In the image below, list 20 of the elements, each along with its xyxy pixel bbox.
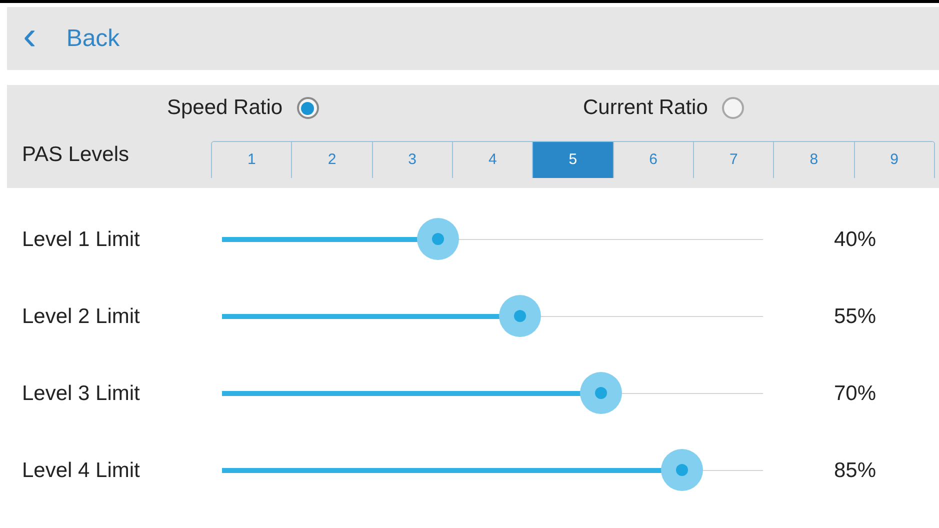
slider-label: Level 3 Limit [21,382,141,406]
slider-label: Level 1 Limit [21,228,141,252]
level-tab[interactable]: 5 [532,142,613,178]
level-tab[interactable]: 9 [854,142,934,178]
pas-levels-label: PAS Levels [21,143,130,167]
radio-option[interactable]: Current Ratio [583,96,744,120]
slider-value: 40% [832,228,876,252]
slider-value: 85% [832,458,876,482]
slider-label: Level 4 Limit [21,458,141,482]
slider-thumb[interactable] [660,449,703,491]
back-button[interactable]: ‹ Back [7,22,120,56]
slider-value: 70% [832,382,876,406]
radio-icon[interactable] [296,97,319,119]
radio-icon[interactable] [722,97,744,119]
slider-thumb[interactable] [580,372,622,414]
radio-option[interactable]: Speed Ratio [167,96,319,120]
slider-label: Level 2 Limit [21,304,141,328]
slider-thumb[interactable] [498,295,541,337]
slider-value: 55% [832,304,876,328]
slider-thumb[interactable] [417,218,460,260]
